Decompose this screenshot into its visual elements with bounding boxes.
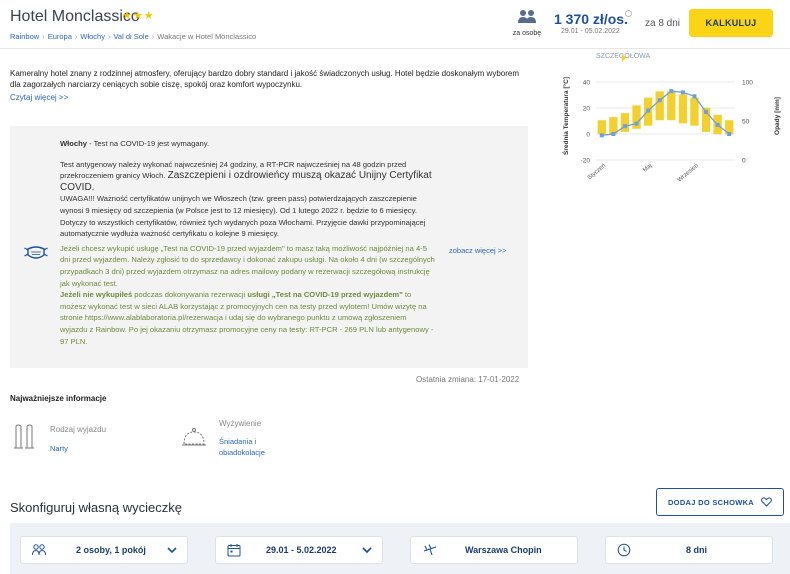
airport-select[interactable]: Warszawa Chopin bbox=[410, 536, 578, 564]
y-left-tick-label: -20 bbox=[581, 158, 591, 165]
duration-select[interactable]: 8 dni bbox=[605, 536, 773, 564]
precipitation-bar bbox=[667, 91, 676, 121]
breadcrumb-separator: › bbox=[107, 32, 111, 41]
y-right-tick-label: 0 bbox=[742, 158, 746, 165]
breadcrumb-italy[interactable]: Włochy bbox=[80, 32, 105, 41]
y-right-tick-label: 100 bbox=[742, 80, 753, 87]
info-icon[interactable] bbox=[625, 10, 632, 17]
precipitation-bar bbox=[690, 97, 699, 126]
covid-p4-bold2: usługi „Test na COVID-19 przed wyjazdem" bbox=[247, 290, 403, 300]
last-change-date: Ostatnia zmiana: 17-01-2022 bbox=[416, 375, 520, 384]
covid-lead: - Test na COVID-19 jest wymagany. bbox=[87, 139, 210, 148]
y-right-axis-label: Opady [mm] bbox=[774, 97, 781, 135]
trip-type-label: Rodzaj wyjazdu bbox=[50, 425, 107, 434]
persons-select[interactable]: 2 osoby, 1 pokój bbox=[20, 536, 188, 564]
temperature-point bbox=[692, 94, 697, 99]
breadcrumb-europe[interactable]: Europa bbox=[48, 32, 72, 41]
x-tick-label: Wrzesień bbox=[677, 163, 700, 184]
add-to-favorites-button[interactable]: DODAJ DO SCHOWKA bbox=[656, 488, 784, 516]
covid-paragraph-3: Jeżeli chcesz wykupić usługę „Test na CO… bbox=[60, 243, 435, 288]
temperature-point bbox=[611, 132, 616, 136]
persons-value: 2 osoby, 1 pokój bbox=[76, 545, 146, 555]
price-dates: 29.01 - 05.02.2022 bbox=[561, 28, 620, 35]
breadcrumb-current: Wakacje w Hotel Monclassico bbox=[157, 32, 257, 41]
x-tick-label: Maj bbox=[642, 163, 653, 174]
header-divider bbox=[0, 48, 790, 49]
dates-select[interactable]: 29.01 - 5.02.2022 bbox=[215, 536, 383, 564]
chevron-down-icon bbox=[167, 547, 177, 554]
temperature-point bbox=[680, 90, 685, 95]
precipitation-bars bbox=[597, 91, 734, 135]
read-more-link[interactable]: Czytaj więcej >> bbox=[10, 93, 68, 102]
hotel-title: Hotel Monclassico bbox=[10, 8, 140, 25]
climate-chart: SZCZEGÓŁOWA -2002040050100StyczeńMajWrze… bbox=[560, 50, 785, 185]
heart-icon bbox=[761, 497, 772, 507]
temperature-point bbox=[622, 124, 627, 129]
nights-count: za 8 dni bbox=[645, 18, 681, 29]
face-mask-icon bbox=[24, 246, 48, 259]
star-rating: ★★★ bbox=[122, 10, 155, 22]
calendar-icon bbox=[227, 544, 241, 557]
y-left-tick-label: 20 bbox=[583, 106, 591, 113]
covid-content: Włochy - Test na COVID-19 jest wymagany.… bbox=[60, 138, 435, 347]
meal-label: Wyżywienie bbox=[219, 419, 262, 428]
cloche-icon bbox=[182, 428, 206, 446]
chevron-down-icon bbox=[362, 547, 372, 554]
calculate-button[interactable]: KALKULUJ bbox=[689, 9, 773, 37]
plane-icon bbox=[423, 544, 437, 556]
clock-icon bbox=[617, 543, 631, 557]
add-to-favorites-label: DODAJ DO SCHOWKA bbox=[667, 497, 755, 507]
covid-paragraph-2: UWAGA!!! Ważność certyfikatów unijnych w… bbox=[60, 194, 426, 239]
precipitation-bar bbox=[655, 91, 664, 121]
configure-title: Skonfiguruj własną wycieczkę bbox=[10, 500, 182, 515]
temperature-point bbox=[704, 109, 709, 114]
breadcrumb-val-di-sole[interactable]: Val di Sole bbox=[113, 32, 148, 41]
temperature-point bbox=[634, 121, 639, 126]
ski-icon bbox=[14, 424, 34, 449]
see-more-link[interactable]: zobacz więcej >> bbox=[449, 246, 507, 255]
temperature-point bbox=[646, 108, 651, 113]
temperature-point bbox=[715, 122, 720, 127]
breadcrumb-rainbow[interactable]: Rainbow bbox=[10, 32, 39, 41]
persons-label: za osobę bbox=[512, 30, 542, 37]
precipitation-bar bbox=[597, 120, 606, 135]
dates-value: 29.01 - 5.02.2022 bbox=[266, 545, 337, 555]
covid-p4-a: podczas dokonywania rezerwacji bbox=[132, 290, 248, 300]
temperature-point bbox=[599, 133, 604, 138]
airport-value: Warszawa Chopin bbox=[465, 545, 542, 555]
temperature-point bbox=[727, 132, 732, 136]
precipitation-bar bbox=[678, 94, 688, 124]
y-left-tick-label: 0 bbox=[586, 132, 590, 139]
temperature-point bbox=[669, 89, 674, 94]
climate-chart-svg: SZCZEGÓŁOWA -2002040050100StyczeńMajWrze… bbox=[561, 51, 781, 184]
important-info-title: Najważniejsze informacje bbox=[10, 394, 107, 403]
duration-value: 8 dni bbox=[686, 545, 708, 555]
hotel-description: Kameralny hotel znany z rodzinnej atmosf… bbox=[10, 69, 519, 89]
covid-p4-bold: Jeżeli nie wykupiłeś bbox=[60, 290, 133, 300]
temperature-line bbox=[599, 89, 732, 138]
y-left-tick-label: 40 bbox=[583, 80, 591, 87]
covid-country: Włochy bbox=[60, 139, 88, 148]
persons-icon bbox=[518, 10, 536, 23]
precipitation-bar bbox=[620, 113, 630, 132]
y-right-tick-label: 50 bbox=[742, 119, 750, 126]
breadcrumb-separator: › bbox=[151, 32, 155, 41]
y-left-axis-label: Średnia Temperatura [°C] bbox=[561, 77, 570, 155]
breadcrumb-separator: › bbox=[74, 32, 78, 41]
people-icon bbox=[32, 544, 46, 556]
breadcrumb: Rainbow › Europa › Włochy › Val di Sole › Wakacj… bbox=[10, 32, 256, 41]
meal-value: Śniadania i obiadokolacje bbox=[219, 437, 265, 457]
breadcrumb-separator: › bbox=[42, 32, 45, 41]
trip-type-value: Narty bbox=[50, 444, 68, 453]
x-tick-label: Styczeń bbox=[587, 163, 607, 181]
temperature-point bbox=[657, 98, 662, 103]
price: 1 370 zł/os. bbox=[554, 11, 628, 27]
